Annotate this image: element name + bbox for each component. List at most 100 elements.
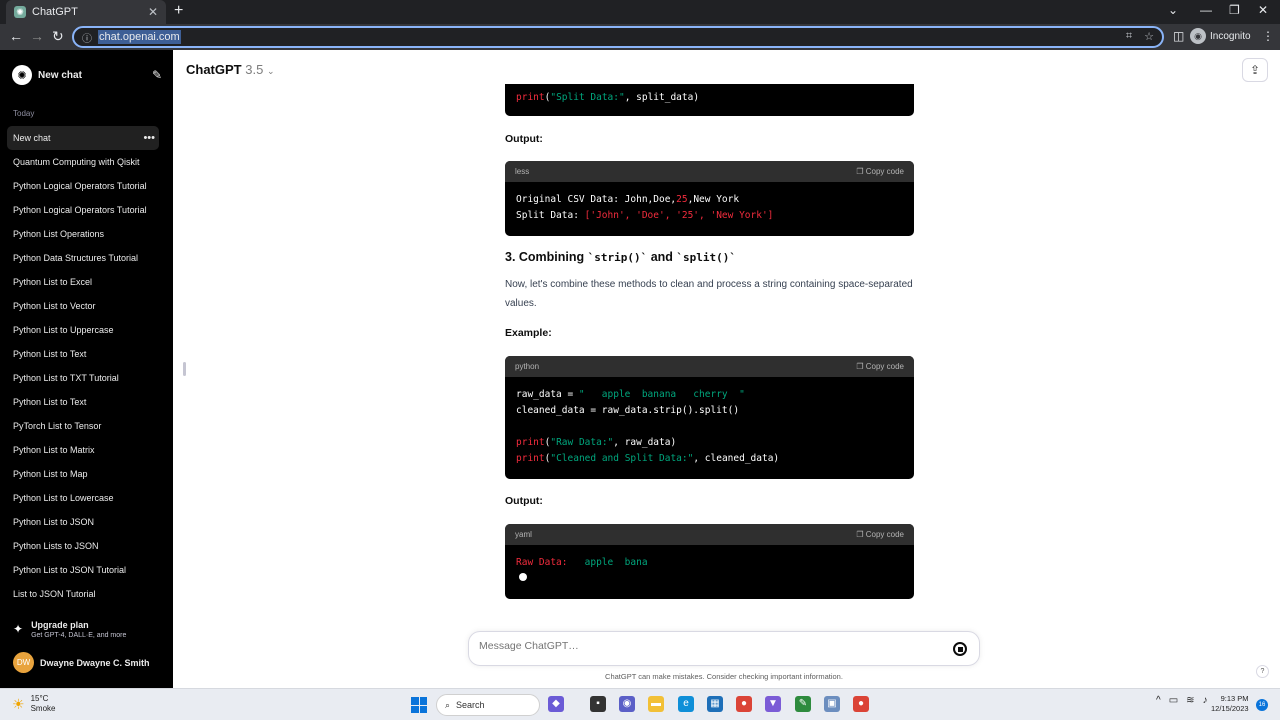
minimize-icon[interactable]: —	[1200, 3, 1212, 17]
code-line: Split Data: ['John', 'Doe', '25', 'New Y…	[516, 208, 903, 224]
help-button[interactable]: ?	[1256, 665, 1269, 678]
output-label: Output:	[505, 495, 543, 507]
share-button[interactable]: ⇪	[1242, 58, 1268, 82]
site-info-icon[interactable]: ⓘ	[82, 30, 92, 45]
tray-chevron-icon[interactable]: ^	[1156, 695, 1161, 706]
section-heading: 3. Combining `strip()` and `split()`	[505, 250, 736, 264]
restore-icon[interactable]: ❐	[1229, 3, 1240, 17]
code-text: Split Data:	[516, 210, 585, 221]
message-input[interactable]	[479, 640, 919, 652]
close-tab-icon[interactable]: ✕	[148, 5, 158, 19]
share-icon: ⇪	[1249, 63, 1261, 77]
user-menu-button[interactable]: DW Dwayne Dwayne C. Smith	[13, 652, 150, 673]
code-function: print	[516, 437, 545, 448]
store-app-icon[interactable]: ▦	[707, 696, 723, 712]
copy-code-button[interactable]: ❐ Copy code	[856, 362, 904, 371]
taskbar-clock[interactable]: 9:13 PM 12/15/2023	[1211, 694, 1249, 714]
code-text: raw_data =	[516, 389, 579, 400]
terminal-app-icon[interactable]: ▪	[590, 696, 606, 712]
chrome-app-icon[interactable]: ●	[736, 696, 752, 712]
chat-app-icon[interactable]: ◉	[619, 696, 635, 712]
reload-icon[interactable]: ↻	[52, 28, 64, 45]
edit-icon[interactable]: ✎	[152, 68, 162, 82]
copy-code-label: Copy code	[865, 167, 904, 176]
sidebar-item[interactable]: Python Logical Operators Tutorial	[7, 198, 159, 222]
wifi-icon[interactable]: ≋	[1186, 695, 1194, 706]
sidebar-item[interactable]: Python List to Text	[7, 342, 159, 366]
code-value: apple bana	[567, 557, 648, 568]
start-menu-icon[interactable]	[411, 697, 427, 713]
edge-browser-icon[interactable]: e	[678, 696, 694, 712]
copilot-app-icon[interactable]: ◆	[548, 696, 564, 712]
notification-badge[interactable]: 16	[1256, 699, 1268, 711]
sidebar-item-label: Python Lists to JSON	[13, 541, 99, 551]
notepad-app-icon[interactable]: ✎	[795, 696, 811, 712]
sidebar-item-label: Python Logical Operators Tutorial	[13, 181, 147, 191]
install-app-icon[interactable]: ⌗	[1126, 30, 1132, 43]
photos-app-icon[interactable]: ▣	[824, 696, 840, 712]
sidebar-item-label: Python List to JSON Tutorial	[13, 565, 127, 575]
sidebar-item[interactable]: Python List to TXT Tutorial	[7, 366, 159, 390]
back-icon[interactable]: ←	[9, 28, 23, 44]
code-list: ['John', 'Doe', '25', 'New York']	[584, 210, 774, 221]
sidebar-item[interactable]: Python Logical Operators Tutorial	[7, 174, 159, 198]
sidebar-item[interactable]: Python List to JSON Tutorial	[7, 558, 159, 582]
sidebar-item[interactable]: Python List to Map	[7, 462, 159, 486]
sidebar-item[interactable]: PyTorch List to Tensor	[7, 414, 159, 438]
sidebar-item[interactable]: Python Lists to JSON	[7, 534, 159, 558]
sidebar-item[interactable]: Quantum Computing with Qiskit	[7, 150, 159, 174]
volume-icon[interactable]: ♪	[1203, 695, 1208, 706]
code-line: print("Raw Data:", raw_data)	[516, 435, 903, 451]
sidebar-item[interactable]: Python List to Text	[7, 390, 159, 414]
sidebar-item[interactable]: Python List to Uppercase	[7, 318, 159, 342]
close-window-icon[interactable]: ✕	[1258, 3, 1268, 17]
forward-icon[interactable]: →	[30, 28, 44, 44]
sidebar-item[interactable]: Python Data Structures Tutorial	[7, 246, 159, 270]
browser-toolbar: ← → ↻ ⓘ chat.openai.com ⌗ ☆ ◫ ◉ Incognit…	[0, 24, 1280, 50]
sparkle-icon: ✦	[13, 622, 24, 636]
sidebar-item[interactable]: List to JSON Tutorial	[7, 582, 159, 606]
file-explorer-icon[interactable]: ▬	[648, 696, 664, 712]
sidebar-item[interactable]: Python List to Excel	[7, 270, 159, 294]
sidebar-collapse-handle[interactable]	[183, 362, 186, 376]
chatgpt-favicon-icon: ✺	[14, 6, 26, 18]
more-options-icon[interactable]: •••	[143, 126, 155, 150]
sidebar-item-label: List to JSON Tutorial	[13, 589, 96, 599]
code-function: print	[516, 453, 545, 464]
tab-search-icon[interactable]: ⌄	[1168, 3, 1178, 17]
sidebar-item[interactable]: Python List Operations	[7, 222, 159, 246]
copy-code-button[interactable]: ❐ Copy code	[856, 530, 904, 539]
taskbar-search[interactable]: ⌕ Search	[436, 694, 540, 716]
address-bar[interactable]: ⓘ chat.openai.com ⌗ ☆	[72, 26, 1164, 48]
weather-widget[interactable]: ☀ 15°C Smoke	[12, 694, 55, 714]
browser-menu-icon[interactable]: ⋮	[1262, 29, 1274, 43]
sidebar-item[interactable]: Python List to JSON	[7, 510, 159, 534]
network-icon[interactable]: ▭	[1169, 695, 1178, 706]
stop-generating-button[interactable]	[953, 642, 967, 656]
url-text[interactable]: chat.openai.com	[98, 30, 181, 44]
message-composer[interactable]	[468, 631, 980, 666]
browser-tab[interactable]: ✺ ChatGPT ✕	[6, 0, 166, 24]
vpn-app-icon[interactable]: ▼	[765, 696, 781, 712]
sidebar-item-label: Python List to Matrix	[13, 445, 95, 455]
copy-code-button[interactable]: ❐ Copy code	[856, 167, 904, 176]
upgrade-plan-button[interactable]: ✦ Upgrade plan Get GPT-4, DALL·E, and mo…	[13, 620, 126, 639]
chevron-down-icon: ⌄	[266, 66, 275, 76]
sidebar-item[interactable]: Python List to Lowercase	[7, 486, 159, 510]
new-tab-icon[interactable]: +	[174, 2, 183, 20]
sidebar-item[interactable]: Python List to Vector	[7, 294, 159, 318]
code-number: 25	[676, 194, 688, 205]
model-selector[interactable]: ChatGPT 3.5 ⌄	[186, 62, 275, 77]
side-panel-icon[interactable]: ◫	[1173, 29, 1184, 43]
incognito-indicator[interactable]: ◉ Incognito	[1190, 28, 1251, 44]
new-chat-button[interactable]: ✺ New chat ✎	[12, 64, 162, 86]
sidebar-item[interactable]: New chat •••	[7, 126, 159, 150]
sidebar-item[interactable]: Python List to Matrix	[7, 438, 159, 462]
sidebar-item-label: Python List to JSON	[13, 517, 95, 527]
browser-tab-bar: ✺ ChatGPT ✕ + ⌄ — ❐ ✕	[0, 0, 1280, 24]
chrome-active-app-icon[interactable]: ●	[853, 696, 869, 712]
bookmark-star-icon[interactable]: ☆	[1144, 30, 1154, 43]
copy-code-label: Copy code	[865, 362, 904, 371]
sidebar-item-label: Python List to TXT Tutorial	[13, 373, 119, 383]
system-tray[interactable]: ^ ▭ ≋ ♪	[1156, 695, 1208, 706]
